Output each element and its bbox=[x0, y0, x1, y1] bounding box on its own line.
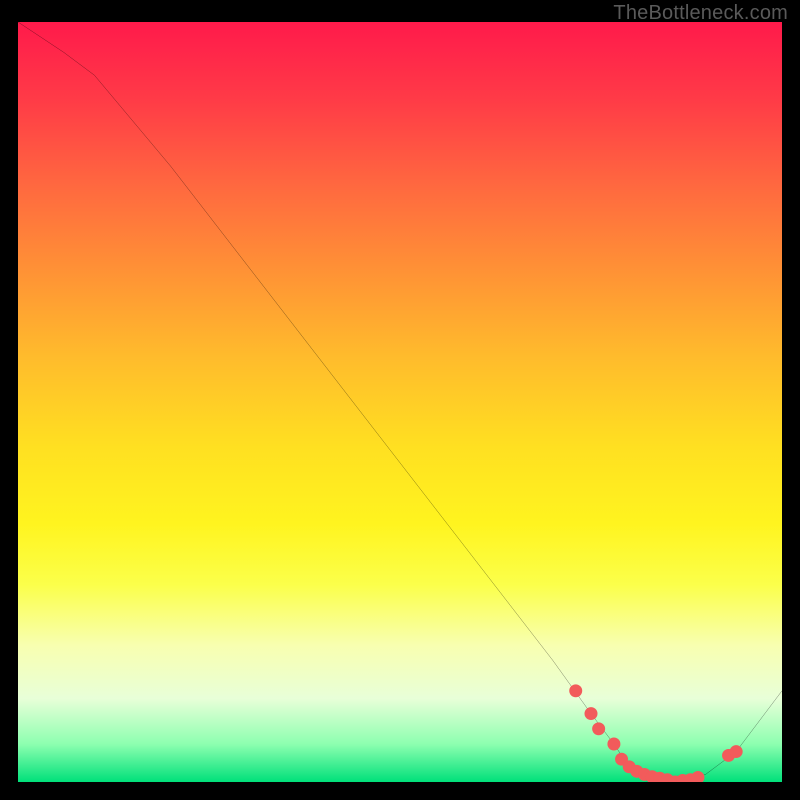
marker-dot bbox=[569, 684, 582, 697]
marker-dot bbox=[730, 745, 743, 758]
plot-area bbox=[18, 22, 782, 782]
marker-dot bbox=[607, 738, 620, 751]
chart-stage: TheBottleneck.com bbox=[0, 0, 800, 800]
marker-dot bbox=[585, 707, 598, 720]
marker-dot bbox=[592, 722, 605, 735]
curve-layer bbox=[18, 22, 782, 782]
marker-dot bbox=[691, 771, 704, 782]
curve-markers bbox=[569, 684, 742, 782]
bottleneck-curve bbox=[18, 22, 782, 782]
bottleneck-curve-path bbox=[18, 22, 782, 782]
